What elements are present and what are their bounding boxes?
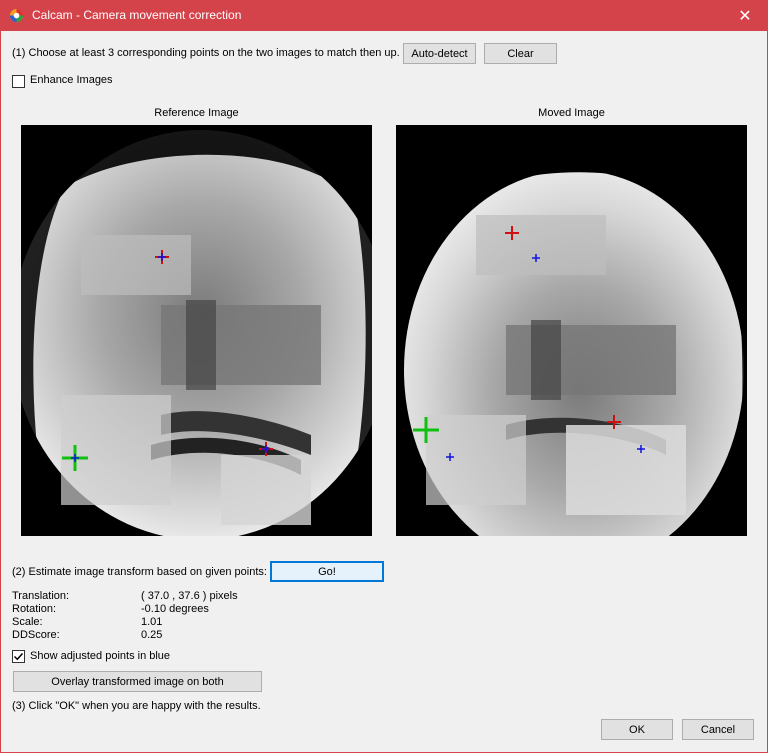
calcam-app-icon [9, 8, 24, 23]
enhance-images-label: Enhance Images [30, 74, 113, 86]
ddscore-label: DDScore: [12, 629, 60, 641]
scale-label: Scale: [12, 616, 43, 628]
translation-value: ( 37.0 , 37.6 ) pixels [141, 590, 238, 602]
clear-button[interactable]: Clear [484, 43, 557, 64]
title-bar: Calcam - Camera movement correction ✕ [0, 0, 768, 31]
overlay-transformed-image-button[interactable]: Overlay transformed image on both [13, 671, 262, 692]
reference-image [21, 125, 372, 536]
moved-image [396, 125, 747, 536]
auto-detect-button[interactable]: Auto-detect [403, 43, 476, 64]
window-title: Calcam - Camera movement correction [32, 8, 242, 22]
show-adjusted-points-label: Show adjusted points in blue [30, 650, 171, 662]
cancel-button[interactable]: Cancel [682, 719, 754, 740]
go-button[interactable]: Go! [270, 561, 384, 582]
close-icon: ✕ [738, 7, 752, 25]
show-adjusted-points-checkbox[interactable] [12, 650, 25, 663]
ok-button[interactable]: OK [601, 719, 673, 740]
checkmark-icon [13, 652, 24, 661]
moved-image-view[interactable] [396, 125, 747, 536]
step2-instruction: (2) Estimate image transform based on gi… [12, 566, 267, 578]
step1-instruction: (1) Choose at least 3 corresponding poin… [12, 47, 400, 59]
close-button[interactable]: ✕ [722, 0, 768, 31]
ddscore-value: 0.25 [141, 629, 163, 641]
reference-image-view[interactable] [21, 125, 372, 536]
step3-instruction: (3) Click "OK" when you are happy with t… [12, 700, 261, 712]
scale-value: 1.01 [141, 616, 163, 628]
moved-image-title: Moved Image [538, 107, 605, 119]
rotation-label: Rotation: [12, 603, 57, 615]
rotation-value: -0.10 degrees [141, 603, 209, 615]
enhance-images-checkbox[interactable] [12, 75, 25, 88]
translation-label: Translation: [12, 590, 70, 602]
reference-image-title: Reference Image [154, 107, 239, 119]
